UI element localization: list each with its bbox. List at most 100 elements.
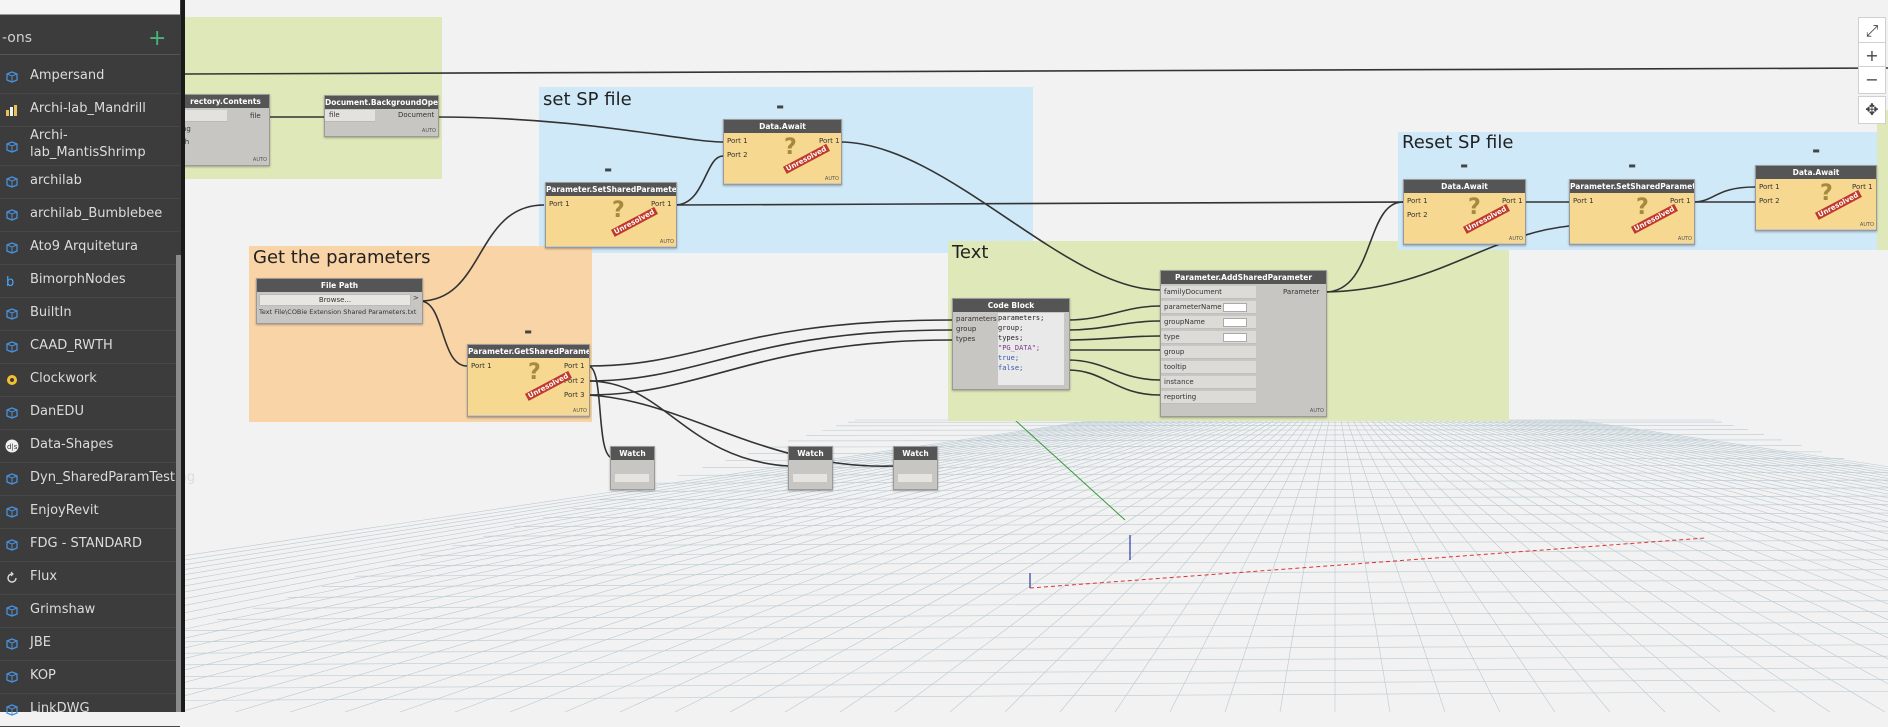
library-item[interactable]: KOP — [0, 660, 180, 694]
library-item[interactable]: Dyn_SharedParamTesting — [0, 462, 180, 496]
default-value-input[interactable] — [1223, 333, 1247, 342]
node-set-shared-parameter-file[interactable]: Parameter.SetSharedParameterFile Port 1 … — [1569, 179, 1695, 245]
library-item[interactable]: CAAD_RWTH — [0, 330, 180, 364]
library-item[interactable]: LinkDWG — [0, 693, 180, 727]
node-watch[interactable]: Watch — [788, 446, 833, 490]
input-port-2[interactable]: Port 2 — [1759, 197, 1780, 205]
input-port-1[interactable]: Port 1 — [727, 137, 748, 145]
output-port-1[interactable]: Port 1 — [819, 137, 840, 145]
library-item[interactable]: bBimorphNodes — [0, 264, 180, 298]
package-icon — [5, 207, 19, 221]
fit-view-button[interactable]: ⤢ — [1858, 17, 1886, 45]
package-icon — [5, 669, 19, 683]
node-add-shared-parameter[interactable]: Parameter.AddSharedParameter Parameter A… — [1160, 270, 1327, 417]
input-port-row[interactable]: instance — [1161, 376, 1256, 389]
output-port-3[interactable]: Port 3 — [564, 391, 585, 399]
node-watch[interactable]: Watch — [893, 446, 938, 490]
input-port-row[interactable]: group — [1161, 346, 1256, 359]
note-icon[interactable]: ▬ — [1809, 146, 1823, 156]
unresolved-icon: ? — [1636, 195, 1649, 220]
library-item[interactable]: DanEDU — [0, 396, 180, 430]
library-search-input[interactable] — [0, 0, 180, 15]
note-icon[interactable]: ▬ — [601, 165, 615, 175]
library-item[interactable]: Ato9 Arquitetura — [0, 231, 180, 265]
code-editor[interactable]: parameters; group; types; "PG_DATA"; tru… — [998, 313, 1064, 385]
zoom-out-button[interactable]: − — [1858, 66, 1886, 94]
node-watch[interactable]: Watch — [610, 446, 655, 490]
pan-button[interactable]: ✥ — [1858, 96, 1886, 124]
node-data-await[interactable]: Data.Await Port 1 Port 2 Port 1 ? Unreso… — [723, 119, 842, 185]
node-document-backgroundopen[interactable]: Document.BackgroundOpen file Document AU… — [324, 95, 439, 137]
node-title: File Path — [257, 279, 422, 292]
input-port-2[interactable]: Port 2 — [1407, 211, 1428, 219]
output-port-parameter[interactable]: Parameter — [1283, 288, 1319, 296]
node-title: Watch — [894, 447, 937, 460]
addons-header[interactable]: -ons + — [0, 30, 175, 50]
output-port[interactable]: > — [413, 294, 419, 302]
note-icon[interactable]: ▬ — [773, 102, 787, 112]
input-port-file[interactable]: file — [329, 111, 340, 119]
wire — [675, 156, 723, 205]
browse-button[interactable]: Browse... — [259, 294, 411, 306]
library-item[interactable]: Grimshaw — [0, 594, 180, 628]
input-port-1[interactable]: Port 1 — [1759, 183, 1780, 191]
input-port-1[interactable]: Port 1 — [471, 362, 492, 370]
library-item[interactable]: archilab_Bumblebee — [0, 198, 180, 232]
output-port-file[interactable]: file — [250, 112, 261, 120]
wire — [1068, 306, 1160, 320]
input-port-1[interactable]: Port 1 — [1407, 197, 1428, 205]
package-icon — [5, 339, 19, 353]
input-port-row[interactable]: groupName — [1161, 316, 1256, 329]
node-get-shared-parameter[interactable]: Parameter.GetSharedParameter Port 1 Port… — [467, 344, 590, 417]
input-port-row[interactable]: reporting — [1161, 391, 1256, 404]
auto-label: AUTO — [660, 239, 674, 245]
library-item-label: Grimshaw — [30, 602, 95, 618]
library-item[interactable]: Clockwork — [0, 363, 180, 397]
package-icon — [5, 603, 19, 617]
output-port-1[interactable]: Port 1 — [1852, 183, 1873, 191]
graph-canvas[interactable]: set SP file Get the parameters Text Rese… — [185, 0, 1888, 712]
input-port-row[interactable]: parameterName — [1161, 301, 1256, 314]
node-data-await[interactable]: Data.Await Port 1 Port 2 Port 1 ? Unreso… — [1403, 179, 1526, 245]
output-port-1[interactable]: Port 1 — [564, 362, 585, 370]
input-port-row[interactable]: tooltip — [1161, 361, 1256, 374]
package-icon — [5, 504, 19, 518]
note-icon[interactable]: ▬ — [521, 327, 535, 337]
input-port-2[interactable]: Port 2 — [727, 151, 748, 159]
library-item[interactable]: BuiltIn — [0, 297, 180, 331]
library-item[interactable]: archilab — [0, 165, 180, 199]
library-item[interactable]: Flux — [0, 561, 180, 595]
library-item[interactable]: Ampersand — [0, 60, 180, 94]
add-package-icon[interactable]: + — [148, 26, 166, 51]
output-label-types: types — [956, 335, 975, 343]
node-set-shared-parameter-file[interactable]: Parameter.SetSharedParameterFile Port 1 … — [545, 182, 677, 248]
auto-label: AUTO — [422, 128, 436, 134]
note-icon[interactable]: ▬ — [1625, 161, 1639, 171]
sidebar-edge[interactable] — [181, 0, 185, 712]
default-value-input[interactable] — [1223, 318, 1247, 327]
library-item-label: archilab_Bumblebee — [30, 206, 162, 222]
node-data-await[interactable]: Data.Await Port 1 Port 2 Port 1 ? Unreso… — [1755, 165, 1877, 231]
input-port-1[interactable]: Port 1 — [1573, 197, 1594, 205]
node-code-block[interactable]: Code Block parameters group types parame… — [952, 298, 1070, 390]
node-file-path[interactable]: File Path Browse... > Text File\COBie Ex… — [256, 278, 423, 324]
library-item[interactable]: Archi-lab_MantisShrimp — [0, 126, 180, 166]
output-port-document[interactable]: Document — [398, 111, 434, 119]
library-item-label: Data-Shapes — [30, 437, 113, 453]
library-item-label: Ato9 Arquitetura — [30, 239, 138, 255]
input-port-row[interactable]: familyDocument — [1161, 286, 1256, 299]
wire — [588, 320, 952, 366]
note-icon[interactable]: ▬ — [1457, 161, 1471, 171]
library-item[interactable]: d|sData-Shapes — [0, 429, 180, 463]
library-item[interactable]: FDG - STANDARD — [0, 528, 180, 562]
code-line: false; — [998, 363, 1064, 373]
library-item[interactable]: EnjoyRevit — [0, 495, 180, 529]
node-title: Data.Await — [1404, 180, 1525, 193]
input-port-row[interactable]: type — [1161, 331, 1256, 344]
library-item[interactable]: JBE — [0, 627, 180, 661]
input-port-1[interactable]: Port 1 — [549, 200, 570, 208]
library-item-label: LinkDWG — [30, 701, 90, 717]
node-directory-contents[interactable]: rectory.Contents file ng th AUTO — [181, 94, 270, 166]
library-item[interactable]: Archi-lab_Mandrill — [0, 93, 180, 127]
default-value-input[interactable] — [1223, 303, 1247, 312]
